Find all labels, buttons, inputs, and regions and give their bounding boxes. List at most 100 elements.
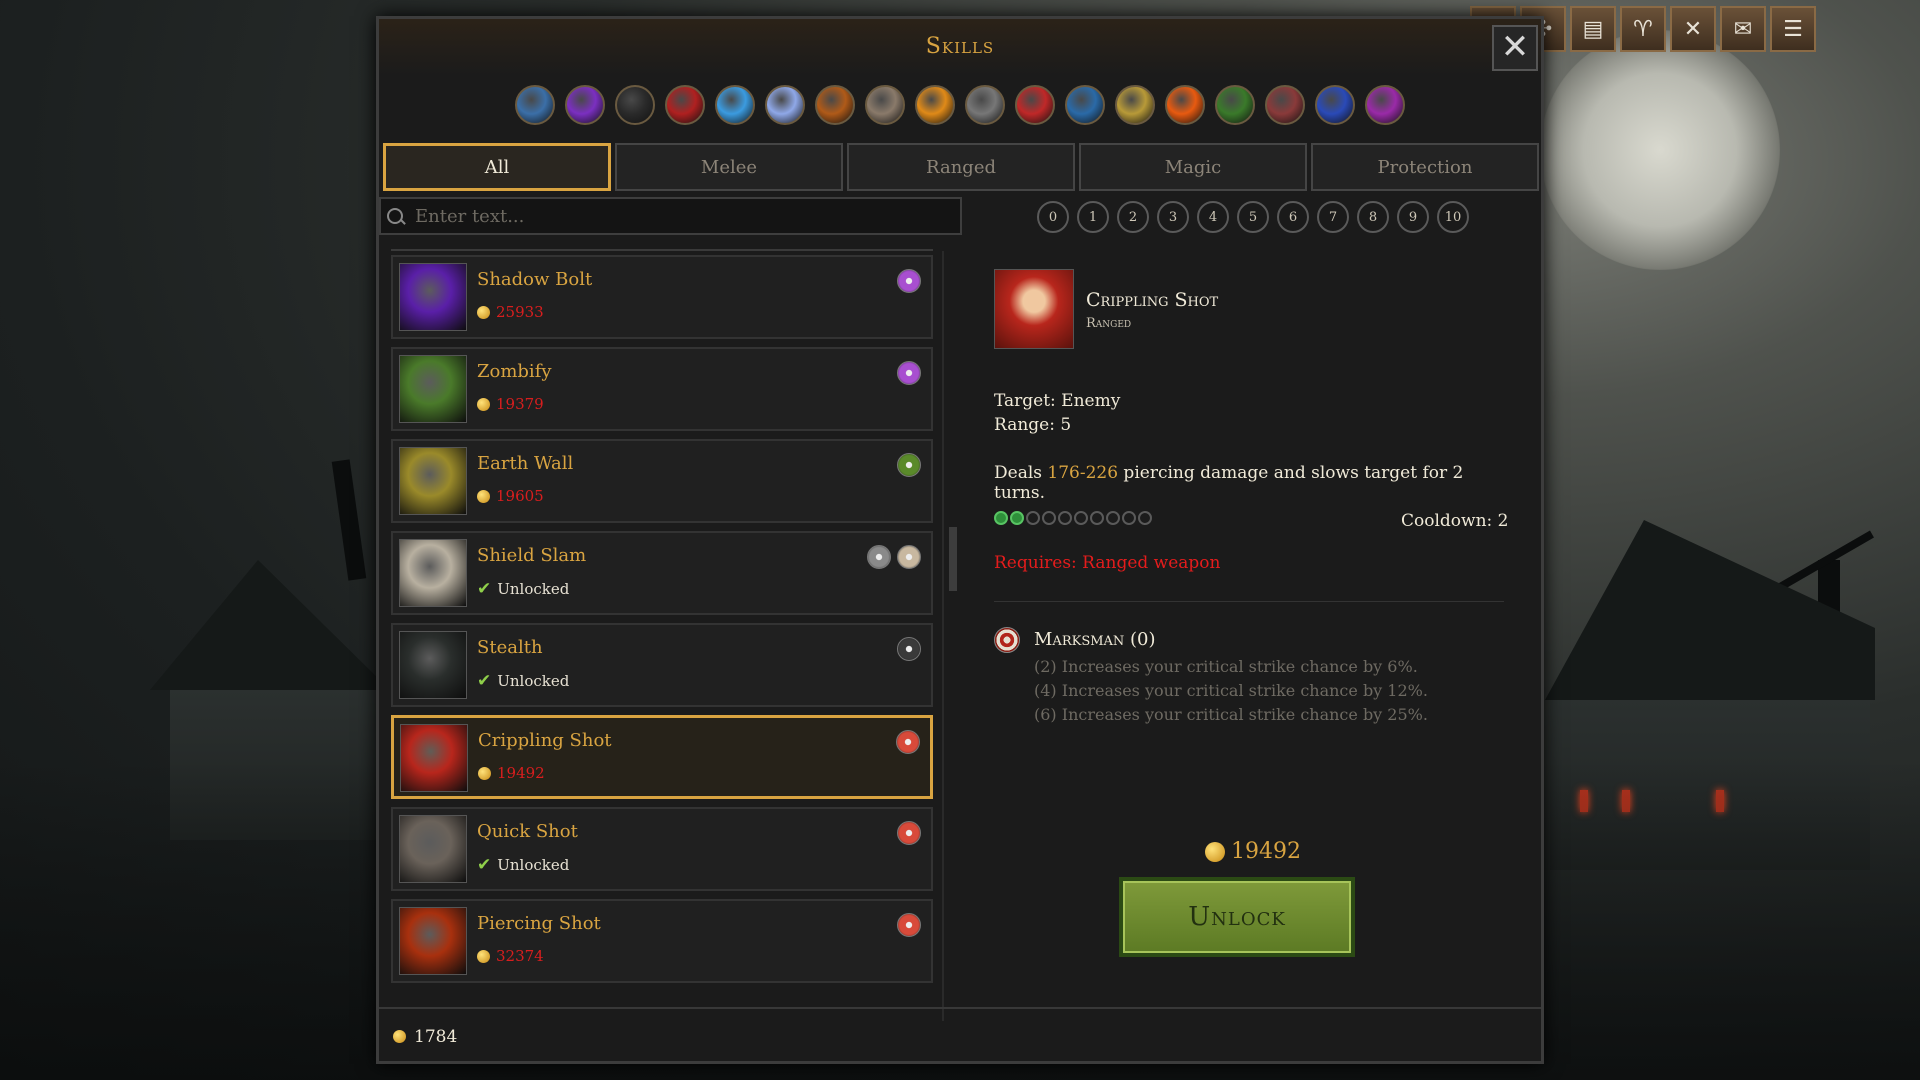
level-filter-9[interactable]: 9 [1397, 201, 1429, 233]
trophy-icon: ♈ [1633, 16, 1653, 42]
skill-name: Shadow Bolt [477, 269, 593, 290]
set-bonus-line: (4) Increases your critical strike chanc… [1034, 681, 1428, 700]
school-badge-icon [897, 821, 921, 845]
requirement-text: Requires: Ranged weapon [994, 553, 1221, 573]
search-input[interactable] [413, 204, 937, 228]
detail-description: Deals 176-226 piercing damage and slows … [994, 463, 1514, 503]
tab-protection[interactable]: Protection [1311, 143, 1539, 191]
search-box [379, 197, 962, 235]
skill-icon [399, 263, 467, 331]
right-house-roof [1545, 520, 1875, 700]
journal-icon: ▤ [1582, 16, 1604, 42]
journal-button[interactable]: ▤ [1570, 6, 1616, 52]
level-filter-0[interactable]: 0 [1037, 201, 1069, 233]
skill-icon [399, 355, 467, 423]
school-16-icon[interactable] [1265, 85, 1305, 125]
level-filter-6[interactable]: 6 [1277, 201, 1309, 233]
level-filter-1[interactable]: 1 [1077, 201, 1109, 233]
cooldown-pip [1042, 511, 1056, 525]
school-2-icon[interactable] [565, 85, 605, 125]
skill-list-item[interactable]: Shield Slam ✔ Unlocked [391, 531, 933, 615]
skill-list-item[interactable]: Shadow Bolt 25933 [391, 255, 933, 339]
skill-name: Stealth [477, 637, 543, 658]
skill-icon [399, 539, 467, 607]
crossed-swords-button[interactable]: ✕ [1670, 6, 1716, 52]
list-top-border [391, 249, 933, 251]
school-18-icon[interactable] [1365, 85, 1405, 125]
school-badge-icon [897, 453, 921, 477]
school-6-icon[interactable] [765, 85, 805, 125]
skill-list-item[interactable]: Quick Shot ✔ Unlocked [391, 807, 933, 891]
trophy-button[interactable]: ♈ [1620, 6, 1666, 52]
moon [1540, 30, 1780, 270]
school-10-icon[interactable] [965, 85, 1005, 125]
school-12-icon[interactable] [1065, 85, 1105, 125]
school-3-icon[interactable] [615, 85, 655, 125]
school-badge-icon [897, 545, 921, 569]
level-filter-4[interactable]: 4 [1197, 201, 1229, 233]
school-7-icon[interactable] [815, 85, 855, 125]
skill-school-icons [897, 913, 921, 937]
player-gold: 1784 [414, 1026, 458, 1047]
footer-bar: 1784 [379, 1007, 1541, 1064]
skill-name: Zombify [477, 361, 552, 382]
skill-school-icons [896, 730, 920, 754]
list-scrollbar[interactable] [949, 527, 957, 591]
school-13-icon[interactable] [1115, 85, 1155, 125]
school-14-icon[interactable] [1165, 85, 1205, 125]
tab-ranged[interactable]: Ranged [847, 143, 1075, 191]
skill-list-item[interactable]: Piercing Shot 32374 [391, 899, 933, 983]
menu-icon: ☰ [1783, 16, 1803, 42]
set-bonus-line: (6) Increases your critical strike chanc… [1034, 705, 1428, 724]
unlocked-label: Unlocked [497, 672, 570, 690]
school-8-icon[interactable] [865, 85, 905, 125]
gold-coin-icon [477, 949, 490, 963]
skill-school-icons [897, 637, 921, 661]
school-11-icon[interactable] [1015, 85, 1055, 125]
school-15-icon[interactable] [1215, 85, 1255, 125]
level-filter-7[interactable]: 7 [1317, 201, 1349, 233]
detail-target: Target: Enemy [994, 391, 1121, 411]
level-filter-8[interactable]: 8 [1357, 201, 1389, 233]
skills-window: Skills ✕ AllMeleeRangedMagicProtection 0… [376, 16, 1544, 1064]
school-badge-icon [897, 269, 921, 293]
tab-magic[interactable]: Magic [1079, 143, 1307, 191]
level-filter-5[interactable]: 5 [1237, 201, 1269, 233]
level-filter-3[interactable]: 3 [1157, 201, 1189, 233]
detail-separator [994, 601, 1504, 602]
detail-range: Range: 5 [994, 415, 1072, 435]
school-5-icon[interactable] [715, 85, 755, 125]
skill-school-icons [897, 453, 921, 477]
school-9-icon[interactable] [915, 85, 955, 125]
school-badge-icon [897, 361, 921, 385]
skill-price: 32374 [496, 947, 544, 965]
school-1-icon[interactable] [515, 85, 555, 125]
tab-all[interactable]: All [383, 143, 611, 191]
crossed-swords-icon: ✕ [1683, 16, 1703, 42]
cooldown-pip [1026, 511, 1040, 525]
mail-icon: ✉ [1733, 16, 1753, 42]
skill-list: Shadow Bolt 25933 Zombify 19379 Earth Wall 19… [391, 255, 933, 1003]
skill-status: 19605 [477, 487, 544, 505]
skill-status: 32374 [477, 947, 544, 965]
level-filter-2[interactable]: 2 [1117, 201, 1149, 233]
skill-icon [400, 724, 468, 792]
tab-melee[interactable]: Melee [615, 143, 843, 191]
level-filter: 0 1 2 3 4 5 6 7 8 9 10 [1037, 201, 1469, 233]
skill-price: 19605 [496, 487, 544, 505]
skill-list-item[interactable]: Crippling Shot 19492 [391, 715, 933, 799]
school-17-icon[interactable] [1315, 85, 1355, 125]
skill-list-item[interactable]: Zombify 19379 [391, 347, 933, 431]
skill-list-item[interactable]: Stealth ✔ Unlocked [391, 623, 933, 707]
menu-button[interactable]: ☰ [1770, 6, 1816, 52]
gold-coin-icon [477, 397, 490, 411]
level-filter-10[interactable]: 10 [1437, 201, 1469, 233]
unlock-button[interactable]: Unlock [1119, 877, 1355, 957]
skill-list-item[interactable]: Earth Wall 19605 [391, 439, 933, 523]
cooldown-pip [1106, 511, 1120, 525]
school-badge-icon [867, 545, 891, 569]
mail-button[interactable]: ✉ [1720, 6, 1766, 52]
unlocked-label: Unlocked [497, 580, 570, 598]
close-button[interactable]: ✕ [1492, 25, 1538, 71]
school-4-icon[interactable] [665, 85, 705, 125]
